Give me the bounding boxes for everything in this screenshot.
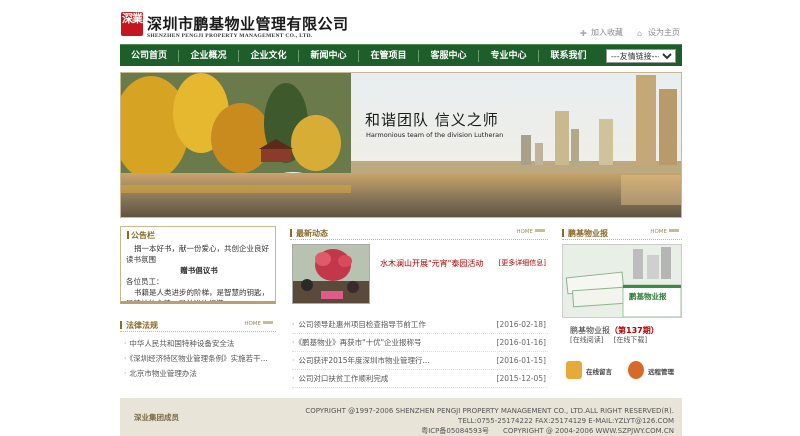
magazine-links: [在线阅读] [在线下载] [570,335,680,345]
download-link[interactable]: [在线下载] [614,336,647,344]
header-bar [562,229,564,237]
main-nav: 公司首页 企业概况 企业文化 新闻中心 在管项目 客服中心 专业中心 联系我们 … [120,44,682,66]
newspaper-cover-photo [563,245,681,317]
featured-news-title[interactable]: 水木澜山开展"元宵"泰园活动 [380,258,483,269]
law-list-item[interactable]: 中华人民共和国特种设备安全法 [124,336,276,351]
notice-title: 公告栏 [127,230,155,241]
news-list-item[interactable]: 公司获评2015年度深圳市物业管理行...[2016-01-15] [292,352,548,370]
remote-management-button[interactable]: 远程管理 [624,359,682,383]
law-more-link[interactable]: HOME [244,321,273,327]
bookmark-link[interactable]: ✚ 加入收藏 [580,27,623,38]
logo-seal-icon: 深業 [121,12,143,36]
footer-copyright: COPYRIGHT @1997-2006 SHENZHEN PENGJI PRO… [305,407,674,436]
nav-item-culture[interactable]: 企业文化 [239,45,298,67]
magazine-panel-title: 鹏基物业报 [568,229,608,238]
notice-line: 书籍是人类进步的阶梯，是智慧的钥匙，是精神的食粮，是前进的灯塔...... [126,288,269,304]
hero-banner: 和谐团队 信义之师 Harmonious team of the divisio… [120,72,682,218]
news-more-link[interactable]: HOME [516,229,545,235]
news-list-item[interactable]: 公司对口扶贫工作顺利完成[2015-12-05] [292,370,548,388]
news-panel-title: 最新动态 [296,229,328,238]
set-homepage-link[interactable]: ⌂ 设为主页 [637,27,680,38]
law-list: 中华人民共和国特种设备安全法 《深圳经济特区物业管理条例》实施若干... 北京市… [120,336,276,381]
news-list-item[interactable]: 公司领导赴惠州项目检查指导节前工作[2016-02-18] [292,316,548,334]
news-list-item[interactable]: 《鹏基物业》再获市"十优"企业报称号[2016-01-16] [292,334,548,352]
notice-board: 公告栏 捐一本好书，献一份爱心，共创企业良好读书氛围 赠书倡议书 各位员工： 书… [120,226,276,308]
news-list: 公司领导赴惠州项目检查指导节前工作[2016-02-18] 《鹏基物业》再获市"… [292,316,548,388]
nav-item-professional[interactable]: 专业中心 [479,45,538,67]
magazine-panel: 鹏基物业报 HOME 鹏基物业报 鹏基物业报（第137期） [在线阅读] [在线… [562,226,682,391]
remote-management-icon [628,361,644,379]
law-panel-header: 法律法规 HOME [120,318,276,332]
read-online-link[interactable]: [在线阅读] [570,336,603,344]
news-panel: 最新动态 HOME 水木澜山开展"元宵"泰园活动 [更多详细信息] 公司 [290,226,548,391]
group-member-text: 深业集团成员 [134,413,179,422]
notice-box: 公告栏 捐一本好书，献一份爱心，共创企业良好读书氛围 赠书倡议书 各位员工： 书… [120,226,276,304]
nav-item-home[interactable]: 公司首页 [120,45,178,67]
flower-market-photo [293,245,369,303]
online-message-button[interactable]: 在线留言 [562,359,620,383]
law-list-item[interactable]: 北京市物业管理办法 [124,366,276,381]
header-bar [290,229,292,237]
nav-item-contact[interactable]: 联系我们 [539,45,598,67]
icp-number[interactable]: 粤ICP备05084593号 [421,426,489,436]
site-copyright: COPYRIGHT @ 2004-2006 WWW.SZPJWY.COM.CN [503,427,674,435]
top-links: ✚ 加入收藏 ⌂ 设为主页 [580,27,680,38]
magazine-panel-header: 鹏基物业报 HOME [562,226,682,240]
notice-content: 捐一本好书，献一份爱心，共创企业良好读书氛围 赠书倡议书 各位员工： 书籍是人类… [126,243,272,304]
cover-masthead: 鹏基物业报 [629,292,667,301]
news-panel-header: 最新动态 HOME [290,226,548,240]
featured-news-more-link[interactable]: [更多详细信息] [499,258,546,268]
law-list-item[interactable]: 《深圳经济特区物业管理条例》实施若干... [124,351,276,366]
footer: 深业集团成员 COPYRIGHT @1997-2006 SHENZHEN PEN… [120,398,682,436]
lake-landscape-image [121,73,681,217]
friend-links-select[interactable]: ---友情链接--- [606,49,676,63]
featured-news-image[interactable] [292,244,370,304]
home-icon: ⌂ [637,29,643,38]
magazine-cover-image[interactable]: 鹏基物业报 [562,244,682,318]
law-panel: 法律法规 HOME 中华人民共和国特种设备安全法 《深圳经济特区物业管理条例》实… [120,318,276,388]
notice-line: 捐一本好书，献一份爱心，共创企业良好读书氛围 [126,244,269,264]
header-bar [120,321,122,329]
bookmark-icon: ✚ [580,29,587,38]
banner-slogan-en: Harmonious team of the division Lutheran [366,131,504,139]
nav-item-service[interactable]: 客服中心 [419,45,478,67]
page: 深業 深圳市鹏基物业管理有限公司 SHENZHEN PENGJI PROPERT… [0,0,800,436]
company-name-en: SHENZHEN PENGJI PROPERTY MANAGEMENT CO.,… [147,33,313,39]
message-icon [566,361,582,379]
nav-item-news[interactable]: 新闻中心 [299,45,358,67]
notice-heading: 赠书倡议书 [180,266,218,275]
company-name-cn: 深圳市鹏基物业管理有限公司 [147,15,349,33]
featured-news: 水木澜山开展"元宵"泰园活动 [更多详细信息] [292,244,546,306]
notice-line: 各位员工： [126,277,164,286]
magazine-more-link[interactable]: HOME [650,229,679,235]
service-buttons: 在线留言 远程管理 [562,359,682,383]
nav-item-overview[interactable]: 企业概况 [179,45,238,67]
law-panel-title: 法律法规 [126,321,158,330]
nav-item-projects[interactable]: 在管项目 [359,45,418,67]
company-logo[interactable]: 深業 深圳市鹏基物业管理有限公司 SHENZHEN PENGJI PROPERT… [121,12,351,42]
banner-slogan: 和谐团队 信义之师 [365,111,499,129]
